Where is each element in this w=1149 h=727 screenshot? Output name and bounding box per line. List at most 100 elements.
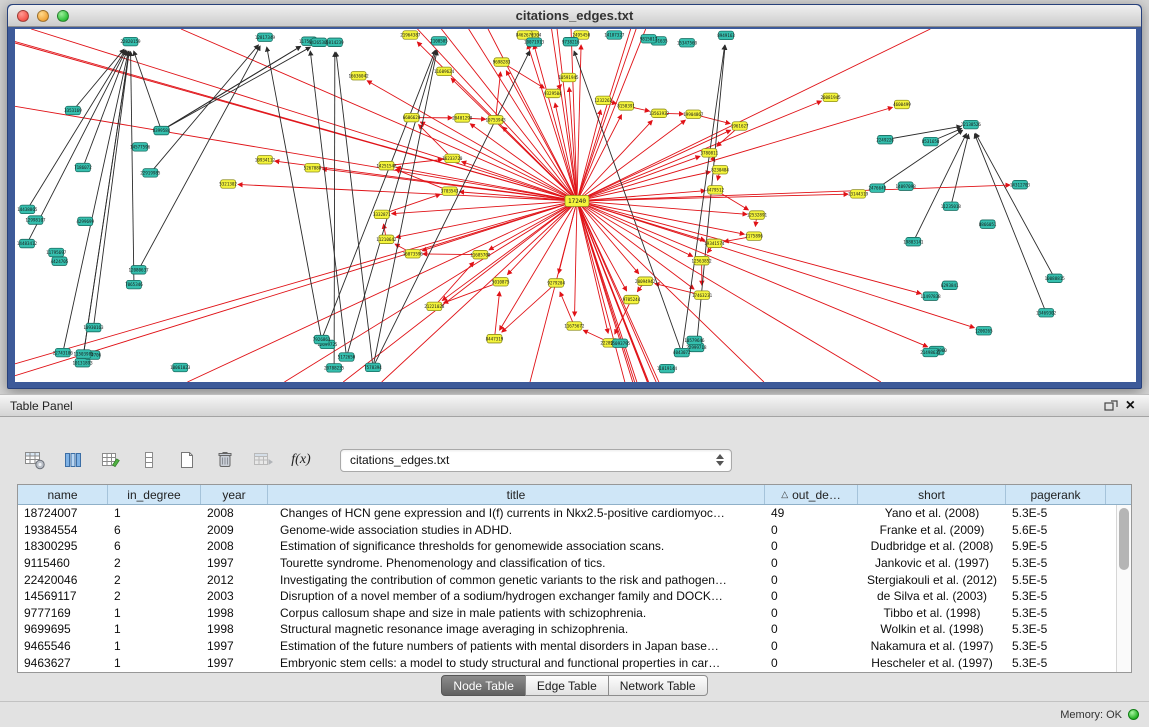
graph-node[interactable]: 4479512 bbox=[706, 186, 724, 195]
graph-edge[interactable] bbox=[577, 201, 974, 328]
graph-edge[interactable] bbox=[577, 29, 631, 201]
graph-node[interactable]: 22743106 bbox=[53, 348, 74, 357]
graph-edge[interactable] bbox=[577, 201, 635, 382]
graph-edge[interactable] bbox=[284, 201, 577, 382]
close-button[interactable] bbox=[17, 10, 29, 22]
network-table-selector[interactable]: citations_edges.txt bbox=[340, 449, 732, 472]
graph-node[interactable]: 2175896 bbox=[745, 232, 763, 241]
graph-node[interactable]: 12532891 bbox=[747, 211, 768, 220]
graph-node[interactable]: 10071913 bbox=[524, 38, 545, 47]
graph-node[interactable]: 16233720 bbox=[442, 154, 463, 163]
tab-node-table[interactable]: Node Table bbox=[441, 675, 526, 696]
table-mode-button[interactable] bbox=[22, 448, 48, 472]
graph-node[interactable]: 11210642 bbox=[376, 235, 397, 244]
graph-node[interactable]: 12817349 bbox=[255, 33, 276, 42]
graph-node[interactable]: 10579646 bbox=[684, 336, 705, 345]
graph-edge[interactable] bbox=[84, 52, 129, 354]
graph-node[interactable]: 3703543 bbox=[441, 187, 459, 196]
graph-node[interactable]: 4299699 bbox=[76, 217, 94, 226]
graph-edge[interactable] bbox=[343, 201, 577, 382]
graph-node[interactable]: 10930163 bbox=[83, 323, 104, 332]
delete-button[interactable] bbox=[212, 448, 238, 472]
graph-node[interactable]: 14312703 bbox=[1010, 180, 1031, 189]
graph-node[interactable]: 8866051 bbox=[979, 220, 997, 229]
graph-edge[interactable] bbox=[577, 201, 647, 382]
graph-edge[interactable] bbox=[347, 50, 437, 357]
graph-node[interactable]: 11609624 bbox=[434, 67, 455, 76]
table-row[interactable]: 969969511998Structural magnetic resonanc… bbox=[18, 621, 1116, 638]
graph-node[interactable]: 10591945 bbox=[558, 73, 579, 82]
graph-edge[interactable] bbox=[373, 51, 437, 368]
table-row[interactable]: 977716911998Corpus callosum shape and si… bbox=[18, 605, 1116, 622]
minimize-button[interactable] bbox=[37, 10, 49, 22]
graph-edge[interactable] bbox=[682, 45, 725, 352]
table-row[interactable]: 1938455462009Genome-wide association stu… bbox=[18, 522, 1116, 539]
graph-node[interactable]: 8230484 bbox=[711, 165, 729, 174]
graph-node[interactable]: 1961627 bbox=[731, 122, 749, 131]
graph-edge[interactable] bbox=[494, 292, 499, 339]
graph-node[interactable]: 11497838 bbox=[921, 292, 942, 301]
graph-node[interactable]: 14438865 bbox=[17, 205, 38, 214]
graph-node[interactable]: 9738216 bbox=[562, 37, 580, 46]
column-header-title[interactable]: title bbox=[268, 485, 765, 504]
table-row[interactable]: 1830029562008Estimation of significance … bbox=[18, 538, 1116, 555]
graph-node[interactable]: 4424705 bbox=[51, 257, 69, 266]
column-header-year[interactable]: year bbox=[201, 485, 268, 504]
graph-edge[interactable] bbox=[577, 201, 693, 256]
graph-node[interactable]: 20788235 bbox=[324, 364, 345, 373]
graph-node[interactable]: 14097098 bbox=[896, 182, 917, 191]
graph-edge[interactable] bbox=[63, 51, 129, 352]
graph-node[interactable]: 19341574 bbox=[704, 239, 725, 248]
graph-node[interactable]: 10753943 bbox=[485, 116, 506, 125]
close-panel-button[interactable]: × bbox=[1122, 398, 1139, 414]
graph-node[interactable]: 8447319 bbox=[486, 334, 504, 343]
graph-edge[interactable] bbox=[267, 47, 322, 339]
graph-node[interactable]: 9705244 bbox=[623, 295, 641, 304]
graph-node[interactable]: 3353169 bbox=[64, 106, 82, 115]
graph-node[interactable]: 9698283 bbox=[493, 58, 511, 66]
rows-button[interactable] bbox=[136, 448, 162, 472]
graph-edge[interactable] bbox=[559, 201, 577, 273]
new-document-button[interactable] bbox=[174, 448, 200, 472]
network-graph[interactable]: 1059194512322628158391135639321990486719… bbox=[15, 29, 1136, 382]
graph-node[interactable]: 11685708 bbox=[470, 250, 491, 259]
graph-node[interactable]: 14251548 bbox=[376, 161, 397, 170]
graph-node[interactable]: 7186072 bbox=[74, 163, 92, 172]
graph-node[interactable]: 21964387 bbox=[400, 31, 421, 40]
graph-node[interactable]: 13469302 bbox=[1036, 308, 1057, 317]
graph-node[interactable]: 15347560 bbox=[677, 39, 698, 48]
graph-node[interactable]: 12563852 bbox=[691, 256, 712, 265]
table-row[interactable]: 1872400712008Changes of HCN gene express… bbox=[18, 505, 1116, 522]
graph-node[interactable]: 2476649 bbox=[868, 184, 886, 193]
graph-node[interactable]: 8531650 bbox=[922, 137, 940, 146]
zoom-button[interactable] bbox=[57, 10, 69, 22]
graph-node[interactable]: 5321302 bbox=[219, 180, 237, 189]
graph-node[interactable]: 9815017 bbox=[640, 35, 658, 43]
graph-node[interactable]: 11503985 bbox=[73, 350, 94, 359]
graph-node[interactable]: 4043072 bbox=[673, 348, 691, 357]
graph-edge[interactable] bbox=[396, 201, 577, 237]
graph-node[interactable]: 22919985 bbox=[140, 169, 161, 178]
graph-node[interactable]: 8158391 bbox=[617, 102, 635, 111]
table-row[interactable]: 1456911722003Disruption of a novel membe… bbox=[18, 588, 1116, 605]
table-scrollbar[interactable] bbox=[1116, 505, 1131, 672]
graph-node[interactable]: 20401298 bbox=[452, 114, 473, 123]
column-header-in_degree[interactable]: in_degree bbox=[108, 485, 201, 504]
graph-node[interactable]: 13144319 bbox=[848, 190, 869, 199]
float-panel-button[interactable] bbox=[1100, 398, 1122, 414]
graph-node[interactable]: 19904867 bbox=[683, 110, 704, 119]
graph-node[interactable]: 17463231 bbox=[692, 291, 713, 300]
graph-edge[interactable] bbox=[336, 52, 373, 367]
graph-node[interactable]: 5172650 bbox=[338, 353, 356, 362]
graph-edge[interactable] bbox=[187, 201, 577, 382]
graph-edge[interactable] bbox=[577, 201, 881, 382]
graph-node[interactable]: 1200265 bbox=[975, 326, 993, 335]
graph-node[interactable]: 2249226 bbox=[876, 135, 894, 144]
graph-node[interactable]: 12080637 bbox=[128, 266, 149, 275]
graph-node[interactable]: 20094942 bbox=[635, 277, 656, 286]
graph-node[interactable]: 7578394 bbox=[364, 363, 382, 372]
graph-node[interactable]: 22820159 bbox=[120, 37, 141, 46]
graph-node[interactable]: 9329504 bbox=[544, 89, 562, 98]
graph-node[interactable]: 6606628 bbox=[403, 113, 421, 122]
graph-node[interactable]: 14187327 bbox=[604, 31, 625, 40]
